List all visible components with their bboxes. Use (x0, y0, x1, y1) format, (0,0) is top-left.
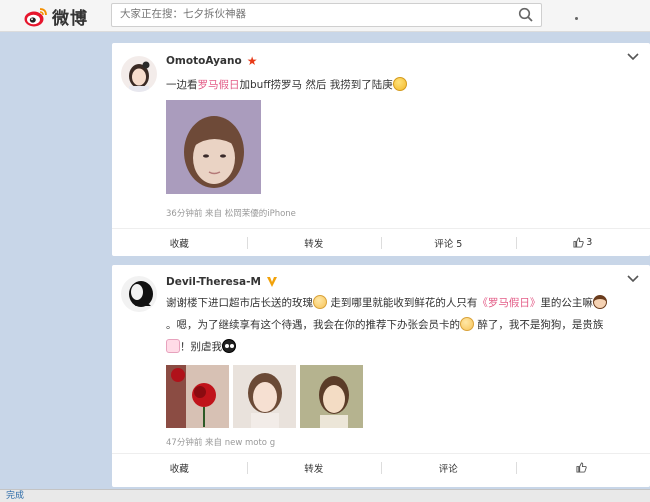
top-navbar: 微博 (0, 0, 650, 32)
search-icon[interactable] (518, 7, 534, 23)
post-meta[interactable]: 36分钟前 来自 松岡茉優的iPhone (166, 207, 296, 219)
smile-emoji-icon (392, 77, 407, 91)
username-link[interactable]: OmotoAyano (166, 55, 242, 67)
post-text-segment: 一边看 (166, 79, 198, 91)
thumbs-up-icon (573, 237, 584, 248)
post-text-line: ！别虐我 (166, 336, 644, 358)
thumbs-up-icon (576, 462, 587, 473)
repost-label: 转发 (304, 238, 324, 250)
avatar[interactable] (121, 56, 157, 92)
post-text: 谢谢楼下进口超市店长送的玫瑰 走到哪里就能收到鲜花的人只有《罗马假日》里的公主嘛… (166, 292, 644, 358)
browser-statusbar: 完成 (0, 489, 650, 502)
chevron-down-icon[interactable] (627, 274, 639, 284)
post-text-segment: 谢谢楼下进口超市店长送的玫瑰 (166, 297, 313, 309)
topic-link[interactable]: 罗马假日 (198, 79, 240, 91)
post-text-segment: 走到哪里就能收到鲜花的人只有 (327, 297, 478, 309)
collect-button[interactable]: 收藏 (112, 454, 247, 481)
topic-link[interactable]: 《罗马假日》 (477, 297, 540, 309)
like-button[interactable]: 3 (515, 229, 650, 256)
boy-emoji-icon (592, 295, 607, 309)
like-count: 3 (586, 237, 593, 248)
post-text-segment: 里的公主嘛 (540, 297, 593, 309)
verified-v-icon (266, 277, 277, 287)
shy-emoji-icon (313, 295, 327, 309)
post-text-segment: 醉了，我不是狗狗，是贵族 (474, 319, 604, 331)
comment-label: 评论 5 (434, 238, 463, 250)
status-text: 完成 (6, 491, 25, 501)
nav-dot-icon (575, 17, 578, 20)
weibo-logo[interactable]: 微博 (24, 4, 88, 29)
laugh-emoji-icon (460, 317, 474, 331)
post-username[interactable]: OmotoAyano ★ (166, 55, 257, 67)
post-image[interactable] (300, 365, 363, 428)
repost-label: 转发 (304, 463, 324, 475)
post-username[interactable]: Devil-Theresa-M (166, 276, 278, 288)
search-box[interactable] (111, 3, 542, 27)
feed-post-card: Devil-Theresa-M 谢谢楼下进口超市店长送的玫瑰 走到哪里就能收到鲜… (112, 265, 650, 487)
girl-emoji-icon (166, 339, 180, 353)
search-input[interactable] (120, 8, 500, 20)
post-actions-bar: 收藏 转发 评论 (112, 453, 650, 481)
chevron-down-icon[interactable] (627, 52, 639, 62)
comment-button[interactable]: 评论 (381, 454, 516, 481)
collect-button[interactable]: 收藏 (112, 229, 247, 256)
collect-label: 收藏 (169, 463, 189, 475)
post-text: 一边看罗马假日加buff捞罗马 然后 我捞到了陆庚 (166, 74, 407, 96)
post-meta[interactable]: 47分钟前 来自 new moto g (166, 436, 275, 448)
shock-emoji-icon (222, 339, 236, 353)
post-image[interactable] (166, 365, 229, 428)
post-text-line: 。嗯，为了继续享有这个待遇，我会在你的推荐下办张会员卡的 醉了，我不是狗狗，是贵… (166, 314, 644, 336)
star-badge-icon: ★ (246, 54, 258, 68)
post-text-line: 谢谢楼下进口超市店长送的玫瑰 走到哪里就能收到鲜花的人只有《罗马假日》里的公主嘛 (166, 292, 644, 314)
feed-post-card: OmotoAyano ★ 一边看罗马假日加buff捞罗马 然后 我捞到了陆庚 3… (112, 43, 650, 256)
post-text-segment: ！别虐我 (180, 341, 222, 353)
avatar[interactable] (121, 276, 157, 312)
post-actions-bar: 收藏 转发 评论 5 3 (112, 228, 650, 256)
weibo-eye-icon (24, 7, 47, 26)
repost-button[interactable]: 转发 (246, 454, 382, 481)
post-image[interactable] (166, 100, 261, 194)
comment-label: 评论 (438, 463, 458, 475)
post-text-segment: 。嗯，为了继续享有这个待遇，我会在你的推荐下办张会员卡的 (166, 319, 460, 331)
collect-label: 收藏 (169, 238, 189, 250)
repost-button[interactable]: 转发 (246, 229, 382, 256)
username-link[interactable]: Devil-Theresa-M (166, 276, 261, 288)
logo-text: 微博 (52, 9, 88, 29)
post-image[interactable] (233, 365, 296, 428)
like-button[interactable] (515, 454, 650, 481)
post-text-segment: 加buff捞罗马 然后 我捞到了陆庚 (239, 79, 393, 91)
comment-button[interactable]: 评论 5 (381, 229, 516, 256)
